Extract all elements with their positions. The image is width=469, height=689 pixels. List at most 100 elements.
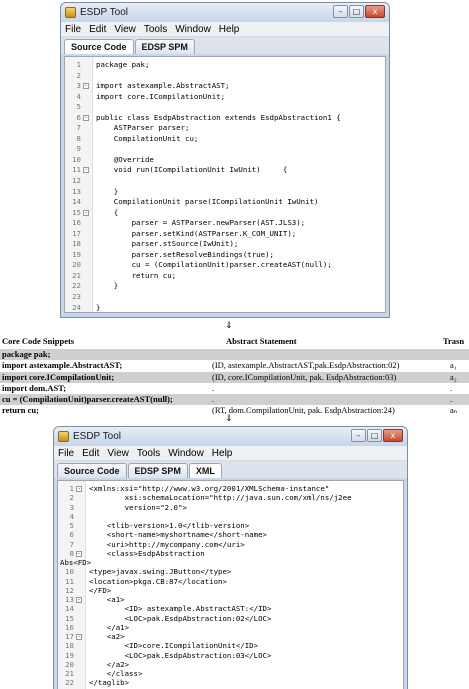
code-line[interactable]: 4 import core.ICompilationUnit; xyxy=(65,92,385,103)
line-text: </FD> xyxy=(89,585,112,595)
code-line[interactable]: 3 version="2.0"> xyxy=(58,503,403,512)
down-arrow: ⇓ xyxy=(225,414,233,424)
line-number: 8 xyxy=(76,133,81,143)
code-line[interactable]: 11- void run(ICompilationUnit IwUnit) { xyxy=(65,165,385,176)
line-text: ASTParser parser; xyxy=(96,123,190,133)
tab-edsp-spm[interactable]: EDSP SPM xyxy=(134,39,195,54)
code-line[interactable]: 3- import astexample.AbstractAST; xyxy=(65,81,385,92)
table-body: package pak; import astexample.AbstractAS… xyxy=(0,349,469,417)
fold-toggle-icon[interactable]: - xyxy=(76,597,82,603)
maximize-button[interactable]: □ xyxy=(367,429,382,442)
code-line[interactable]: 14 CompilationUnit parse(ICompilationUni… xyxy=(65,197,385,208)
minimize-button[interactable]: – xyxy=(351,429,366,442)
code-line[interactable]: 14 <ID> astexample.AbstractAST:</ID> xyxy=(58,604,403,613)
menu-view[interactable]: View xyxy=(107,448,129,459)
code-line[interactable]: 19 parser.setResolveBindings(true); xyxy=(65,250,385,261)
fold-toggle-icon[interactable]: - xyxy=(83,167,89,174)
code-line[interactable]: 12 xyxy=(65,176,385,187)
line-text: { xyxy=(96,207,119,217)
close-button[interactable]: x xyxy=(383,429,403,442)
menu-window[interactable]: Window xyxy=(175,24,211,35)
maximize-button[interactable]: □ xyxy=(349,5,364,18)
code-line[interactable]: 12 </FD> xyxy=(58,586,403,595)
line-number: 8 xyxy=(69,548,74,558)
tab-source-code[interactable]: Source Code xyxy=(57,463,127,478)
code-line[interactable]: 9 xyxy=(65,144,385,155)
menu-file[interactable]: File xyxy=(65,24,81,35)
line-text: <location>pkga.CB:87</location> xyxy=(89,576,227,586)
menu-tools[interactable]: Tools xyxy=(144,24,167,35)
line-number: 4 xyxy=(69,511,74,521)
line-number: 13 xyxy=(72,186,81,196)
menu-file[interactable]: File xyxy=(58,448,74,459)
code-line[interactable]: 10 @Override xyxy=(65,155,385,166)
code-line[interactable]: 16 </a1> xyxy=(58,623,403,632)
code-line[interactable]: 10 <type>javax.swing.JButton</type> xyxy=(58,567,403,576)
title-bar[interactable]: ESDP Tool – □ x xyxy=(61,3,389,22)
fold-toggle-icon[interactable]: - xyxy=(83,83,89,90)
code-line[interactable]: 2 xsi:schemaLocation="http://java.sun.co… xyxy=(58,493,403,502)
code-line[interactable]: 7 <uri>http://mycompany.com</uri> xyxy=(58,540,403,549)
code-line[interactable]: 7 ASTParser parser; xyxy=(65,123,385,134)
table-row: return cu; (RT, dom.CompilationUnit, pak.… xyxy=(0,405,469,416)
code-line[interactable]: 2 xyxy=(65,71,385,82)
tab-source-code[interactable]: Source Code xyxy=(64,39,134,54)
menu-window[interactable]: Window xyxy=(168,448,204,459)
code-line[interactable]: 13 } xyxy=(65,187,385,198)
tab-xml[interactable]: XML xyxy=(188,463,222,478)
fold-toggle-icon[interactable]: - xyxy=(76,634,82,640)
menu-view[interactable]: View xyxy=(114,24,136,35)
code-line[interactable]: 15- { xyxy=(65,208,385,219)
menu-edit[interactable]: Edit xyxy=(82,448,99,459)
code-line[interactable]: 8- <class>EsdpAbstraction xyxy=(58,549,403,558)
xml-editor[interactable]: 1- <xmlns:xsi="http://www.w3.org/2001/XML… xyxy=(57,480,404,689)
code-line[interactable]: 4 xyxy=(58,512,403,521)
menu-help[interactable]: Help xyxy=(212,448,233,459)
code-line[interactable]: 23 xyxy=(65,292,385,303)
line-number: 19 xyxy=(65,650,74,660)
menu-bar: File Edit View Tools Window Help xyxy=(61,22,389,37)
line-text: <a2> xyxy=(89,632,125,641)
code-editor[interactable]: 1 package pak; 2 3- import astexample.Abstra… xyxy=(64,56,386,313)
code-line[interactable]: 20 </a2> xyxy=(58,660,403,669)
menu-help[interactable]: Help xyxy=(219,24,240,35)
fold-toggle-icon[interactable]: - xyxy=(76,550,82,557)
code-line[interactable]: 20 cu = (CompilationUnit)parser.createAS… xyxy=(65,260,385,271)
menu-tools[interactable]: Tools xyxy=(137,448,160,459)
code-line[interactable]: Abs<FD> xyxy=(58,558,403,567)
close-button[interactable]: x xyxy=(365,5,385,18)
fold-toggle-icon[interactable]: - xyxy=(76,486,82,492)
code-line[interactable]: 1 package pak; xyxy=(65,60,385,71)
code-line[interactable]: 5 xyxy=(65,102,385,113)
fold-toggle-icon[interactable]: - xyxy=(83,114,89,121)
code-line[interactable]: 15 <LOC>pak.EsdpAbstraction:02</LOC> xyxy=(58,614,403,623)
minimize-button[interactable]: – xyxy=(333,5,348,18)
title-bar[interactable]: ESDP Tool – □ x xyxy=(54,427,407,446)
line-number: 19 xyxy=(72,249,81,259)
line-text: parser.setKind(ASTParser.K_COM_UNIT); xyxy=(96,228,297,238)
code-line[interactable]: 24} xyxy=(65,302,385,312)
code-line[interactable]: 19 <LOC>pak.EsdpAbstraction:03</LOC> xyxy=(58,651,403,660)
code-line[interactable]: 8 CompilationUnit cu; xyxy=(65,134,385,145)
code-line[interactable]: 6 <short-name>myshortname</short-name> xyxy=(58,530,403,539)
code-line[interactable]: 6- public class EsdpAbstraction extends E… xyxy=(65,113,385,124)
tab-edsp-spm[interactable]: EDSP SPM xyxy=(127,463,188,478)
code-line[interactable]: 13- <a1> xyxy=(58,595,403,604)
line-number: 24 xyxy=(72,302,81,312)
code-line[interactable]: 21 </class> xyxy=(58,669,403,678)
code-line[interactable]: 18 parser.stSource(IwUnit); xyxy=(65,239,385,250)
code-line[interactable]: 22 </taglib> xyxy=(58,678,403,687)
code-line[interactable]: 21 return cu; xyxy=(65,271,385,282)
line-text: <ID> astexample.AbstractAST:</ID> xyxy=(89,604,272,614)
code-line[interactable]: 11 <location>pkga.CB:87</location> xyxy=(58,577,403,586)
code-line[interactable]: 17 parser.setKind(ASTParser.K_COM_UNIT); xyxy=(65,229,385,240)
code-line[interactable]: 22 } xyxy=(65,281,385,292)
line-text: parser.stSource(IwUnit); xyxy=(96,239,239,249)
fold-toggle-icon[interactable]: - xyxy=(83,209,89,216)
code-line[interactable]: 16 parser = ASTParser.newParser(AST.JLS3… xyxy=(65,218,385,229)
code-line[interactable]: 1- <xmlns:xsi="http://www.w3.org/2001/XML… xyxy=(58,484,403,493)
menu-edit[interactable]: Edit xyxy=(89,24,106,35)
code-line[interactable]: 18 <ID>core.ICompilationUnit</ID> xyxy=(58,641,403,650)
code-line[interactable]: 17- <a2> xyxy=(58,632,403,641)
code-line[interactable]: 5 <tlib-version>1.0</tlib-version> xyxy=(58,521,403,530)
